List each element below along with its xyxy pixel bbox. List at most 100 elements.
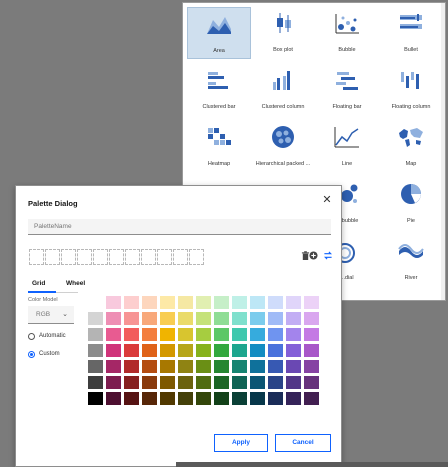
color-swatch[interactable] (196, 376, 211, 389)
color-swatch[interactable] (88, 296, 103, 309)
color-swatch[interactable] (124, 312, 139, 325)
color-swatch[interactable] (196, 360, 211, 373)
color-swatch[interactable] (304, 392, 319, 405)
color-swatch[interactable] (250, 360, 265, 373)
color-swatch[interactable] (196, 328, 211, 341)
chart-tile[interactable]: Bullet (379, 7, 443, 59)
chart-tile[interactable]: Pie (379, 178, 443, 230)
color-swatch[interactable] (268, 360, 283, 373)
color-swatch[interactable] (304, 344, 319, 357)
color-swatch[interactable] (88, 344, 103, 357)
color-swatch[interactable] (142, 376, 157, 389)
chart-tile[interactable]: Map (379, 121, 443, 173)
color-swatch[interactable] (178, 328, 193, 341)
color-swatch[interactable] (106, 296, 121, 309)
color-swatch[interactable] (178, 296, 193, 309)
color-slot[interactable] (141, 249, 156, 265)
color-swatch[interactable] (106, 392, 121, 405)
color-swatch[interactable] (232, 376, 247, 389)
chart-tile[interactable]: Bubble (315, 7, 379, 59)
chart-tile[interactable]: Floating column (379, 64, 443, 116)
color-swatch[interactable] (178, 360, 193, 373)
color-swatch[interactable] (160, 312, 175, 325)
chart-tile[interactable]: Box plot (251, 7, 315, 59)
color-swatch[interactable] (286, 360, 301, 373)
color-swatch[interactable] (142, 392, 157, 405)
chart-tile[interactable]: Area (187, 7, 251, 59)
color-swatch[interactable] (268, 344, 283, 357)
color-swatch[interactable] (124, 360, 139, 373)
color-swatch[interactable] (214, 392, 229, 405)
color-swatch[interactable] (124, 344, 139, 357)
color-swatch[interactable] (214, 376, 229, 389)
color-swatch[interactable] (232, 344, 247, 357)
chart-tile[interactable] (379, 292, 443, 300)
color-slot[interactable] (125, 249, 140, 265)
color-swatch[interactable] (250, 344, 265, 357)
color-swatch[interactable] (160, 344, 175, 357)
color-swatch[interactable] (142, 328, 157, 341)
radio-custom[interactable] (28, 351, 35, 358)
color-swatch[interactable] (214, 296, 229, 309)
color-swatch[interactable] (214, 328, 229, 341)
color-swatch[interactable] (178, 344, 193, 357)
color-swatch[interactable] (250, 312, 265, 325)
color-swatch[interactable] (304, 376, 319, 389)
color-swatch[interactable] (304, 328, 319, 341)
color-swatch[interactable] (160, 376, 175, 389)
color-swatch[interactable] (196, 312, 211, 325)
chart-tile[interactable]: Line (315, 121, 379, 173)
color-swatch[interactable] (124, 376, 139, 389)
color-swatch[interactable] (160, 296, 175, 309)
color-swatch[interactable] (268, 328, 283, 341)
color-swatch[interactable] (106, 328, 121, 341)
color-swatch[interactable] (214, 360, 229, 373)
color-swatch[interactable] (286, 392, 301, 405)
color-swatch[interactable] (268, 376, 283, 389)
color-swatch[interactable] (160, 328, 175, 341)
color-swatch[interactable] (268, 312, 283, 325)
color-swatch[interactable] (124, 392, 139, 405)
color-slot[interactable] (61, 249, 76, 265)
chart-tile[interactable]: Floating bar (315, 64, 379, 116)
color-swatch[interactable] (232, 312, 247, 325)
color-swatch[interactable] (268, 392, 283, 405)
color-swatch[interactable] (124, 296, 139, 309)
color-swatch[interactable] (88, 328, 103, 341)
chart-tile[interactable]: River (379, 235, 443, 287)
chart-tile[interactable]: Hierarchical packed ... (251, 121, 315, 173)
color-swatch[interactable] (286, 344, 301, 357)
chart-tile[interactable]: Clustered column (251, 64, 315, 116)
apply-button[interactable]: Apply (214, 434, 268, 452)
color-slot[interactable] (45, 249, 60, 265)
color-swatch[interactable] (142, 296, 157, 309)
color-swatch[interactable] (232, 392, 247, 405)
color-swatch[interactable] (196, 392, 211, 405)
tab-wheel[interactable]: Wheel (66, 280, 85, 287)
color-swatch[interactable] (124, 328, 139, 341)
color-swatch[interactable] (250, 296, 265, 309)
color-model-select[interactable]: RGB ⌄ (28, 306, 74, 324)
color-slot[interactable] (77, 249, 92, 265)
color-swatch[interactable] (106, 360, 121, 373)
color-slot[interactable] (109, 249, 124, 265)
tab-grid[interactable]: Grid (32, 280, 45, 287)
radio-automatic[interactable] (28, 333, 35, 340)
chart-tile[interactable]: Clustered bar (187, 64, 251, 116)
color-swatch[interactable] (178, 376, 193, 389)
color-swatch[interactable] (304, 360, 319, 373)
color-swatch[interactable] (160, 392, 175, 405)
color-swatch[interactable] (88, 376, 103, 389)
color-swatch[interactable] (232, 296, 247, 309)
color-swatch[interactable] (196, 344, 211, 357)
color-swatch[interactable] (250, 328, 265, 341)
color-swatch[interactable] (178, 312, 193, 325)
add-circle-icon[interactable] (309, 251, 318, 260)
color-swatch[interactable] (88, 392, 103, 405)
color-swatch[interactable] (106, 344, 121, 357)
color-swatch[interactable] (160, 360, 175, 373)
color-swatch[interactable] (286, 376, 301, 389)
color-swatch[interactable] (304, 312, 319, 325)
color-slot[interactable] (173, 249, 188, 265)
color-slot[interactable] (93, 249, 108, 265)
